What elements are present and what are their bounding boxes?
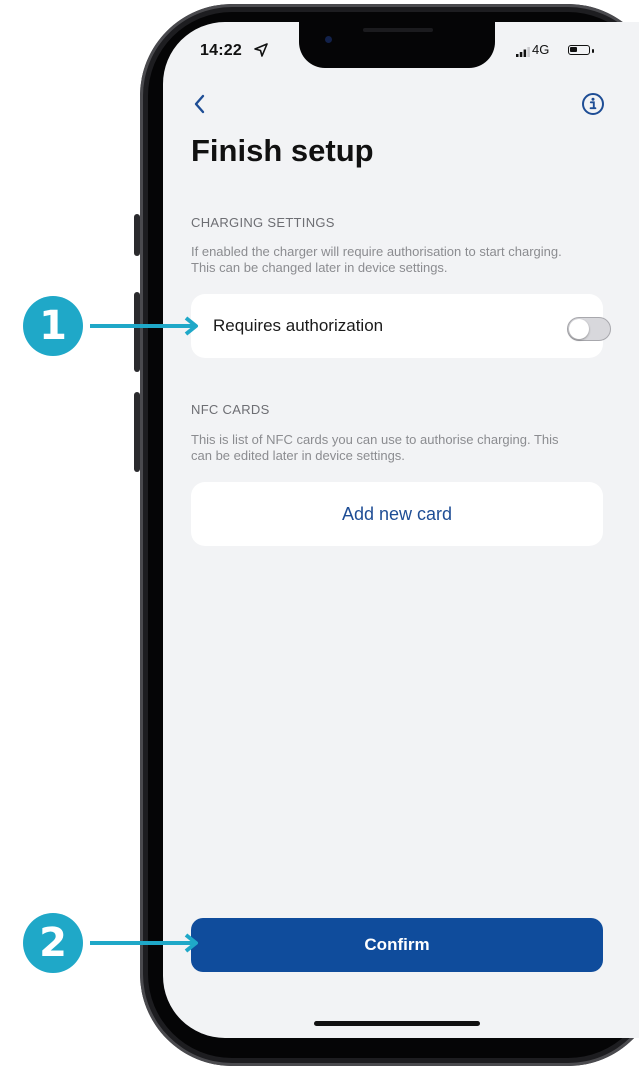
network-type: 4G [532,42,550,57]
confirm-label: Confirm [364,935,430,954]
info-icon[interactable] [581,92,605,116]
callout-badge-1: 1 [23,296,83,356]
phone-screen: 14:22 4G Finish setup CHARGING SETTINGS … [163,22,639,1038]
callout-arrow-1 [90,316,198,336]
charging-settings-section-label: CHARGING SETTINGS [191,215,335,230]
requires-authorization-label: Requires authorization [213,316,384,335]
notch [299,22,495,68]
signal-icon [516,47,530,57]
requires-authorization-row[interactable]: Requires authorization [191,294,611,358]
battery-cap [592,49,594,53]
chevron-left-icon[interactable] [191,92,211,116]
front-camera [325,36,332,43]
add-new-card-label: Add new card [341,504,453,524]
home-indicator [314,1021,480,1026]
requires-authorization-toggle[interactable] [567,317,611,341]
earpiece [363,28,433,32]
status-time: 14:22 [200,42,242,59]
volume-down-button [134,392,140,472]
nfc-cards-description: This is list of NFC cards you can use to… [191,432,559,463]
callout-arrow-2 [90,933,198,953]
battery-level [570,47,577,52]
page-title: Finish setup [191,133,374,168]
mute-switch [134,214,140,256]
confirm-button[interactable]: Confirm [191,918,603,972]
battery-icon [568,45,590,55]
charging-settings-description: If enabled the charger will require auth… [191,244,562,275]
nfc-cards-section-label: NFC CARDS [191,402,270,417]
toggle-knob [569,319,589,339]
location-arrow-icon [254,43,268,57]
add-new-card-button[interactable]: Add new card [191,482,603,546]
callout-badge-2: 2 [23,913,83,973]
